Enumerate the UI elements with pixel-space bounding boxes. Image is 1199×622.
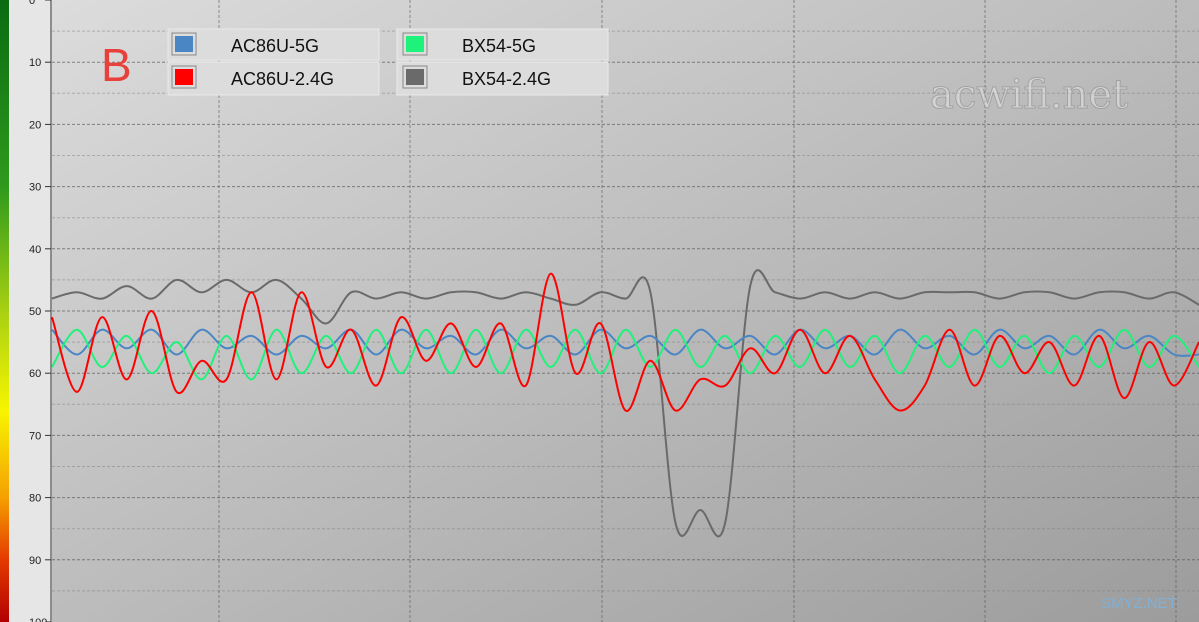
signal-chart: 0 10 20 30 40 50 60 70 80 90 100 B acwifi.net SMYZ…	[0, 0, 1199, 622]
y-tick-label: 50	[29, 306, 41, 318]
legend-label-ac86u-2-4g: AC86U-2.4G	[231, 69, 334, 89]
y-tick-label: 60	[29, 368, 41, 380]
y-tick-label: 20	[29, 119, 41, 131]
y-tick-label: 100	[29, 617, 47, 622]
signal-color-scale	[0, 0, 9, 622]
legend-swatch-bx54-5g	[406, 36, 424, 52]
y-tick-label: 70	[29, 430, 41, 442]
legend-label-bx54-2-4g: BX54-2.4G	[462, 69, 551, 89]
y-tick-label: 90	[29, 555, 41, 567]
watermark-main: acwifi.net	[930, 72, 1128, 118]
legend-label-bx54-5g: BX54-5G	[462, 36, 536, 56]
y-tick-label: 80	[29, 493, 41, 505]
legend-label-ac86u-5g: AC86U-5G	[231, 36, 319, 56]
legend-swatch-ac86u-2-4g	[175, 69, 193, 85]
y-tick-label: 30	[29, 182, 41, 194]
y-tick-label: 40	[29, 244, 41, 256]
y-tick-label: 0	[29, 0, 35, 7]
panel-letter: B	[101, 39, 132, 91]
legend-swatch-bx54-2-4g	[406, 69, 424, 85]
legend-swatch-ac86u-5g	[175, 36, 193, 52]
watermark-corner: SMYZ.NET	[1101, 595, 1177, 612]
y-tick-label: 10	[29, 57, 41, 69]
